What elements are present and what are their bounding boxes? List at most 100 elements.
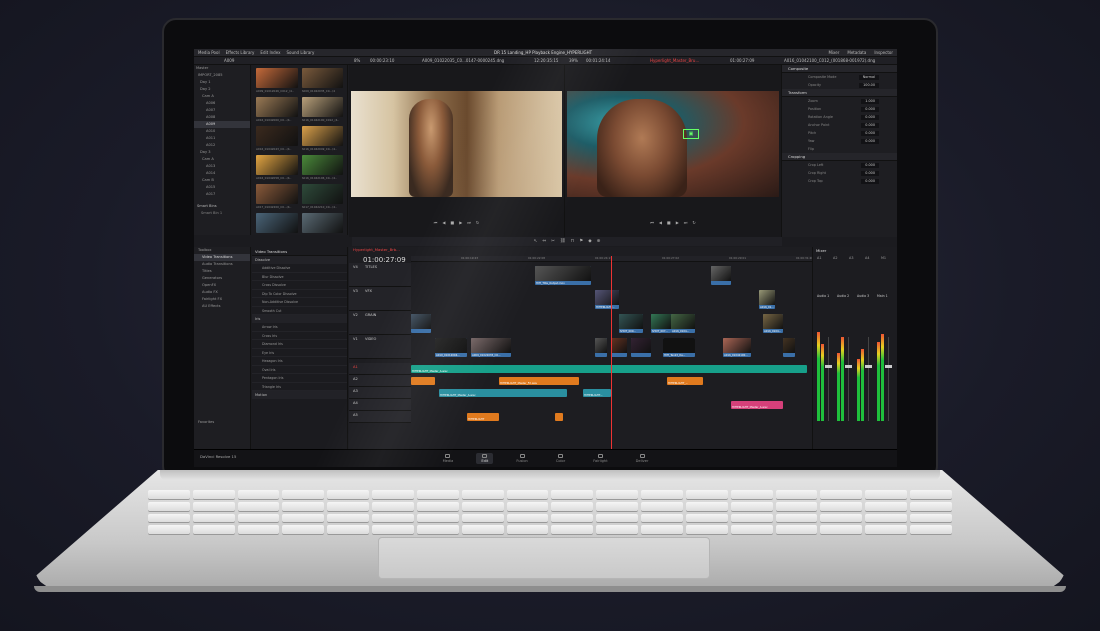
transition-item[interactable]: Dip To Color Dissolve [252, 290, 347, 298]
video-clip[interactable] [611, 338, 627, 357]
page-tab-edit[interactable]: Edit [476, 453, 494, 464]
video-track-header[interactable]: V3 VFX [349, 287, 411, 311]
stop-icon[interactable]: ■ [667, 220, 671, 230]
video-clip[interactable]: A016_01... [759, 290, 775, 309]
inspector-section-heading[interactable]: Composite [782, 65, 897, 73]
transition-item[interactable]: Blur Dissolve [252, 273, 347, 281]
tab-edit-index[interactable]: Edit Index [260, 50, 280, 55]
inspector-section-heading[interactable]: Cropping [782, 153, 897, 161]
transition-item[interactable]: Triangle Iris [252, 383, 347, 391]
clip-thumbnail[interactable]: A016_01042100_C012_(4.. [301, 97, 343, 123]
audio-clip[interactable]: HYPERLIGHT... [583, 389, 611, 397]
video-clip[interactable] [595, 338, 607, 357]
clip-thumbnail[interactable]: A016_01042000_C0...(4.. [256, 97, 298, 123]
page-tab-color[interactable]: Color [551, 453, 570, 464]
tab-effects-library[interactable]: Effects Library [226, 50, 255, 55]
bin-item[interactable]: Cam B [194, 177, 250, 184]
transition-item[interactable]: Oval Iris [252, 366, 347, 374]
inspector-value[interactable]: 0.000 [861, 114, 879, 120]
link-icon[interactable]: ⛓ [560, 239, 566, 244]
selection-tool-icon[interactable]: ↖ [534, 239, 538, 244]
transition-item[interactable]: Cross Dissolve [252, 281, 347, 290]
video-clip[interactable] [631, 338, 651, 357]
effects-category[interactable]: Titles [194, 268, 250, 275]
video-clip[interactable]: SHOT_007... [651, 314, 671, 333]
transition-item[interactable]: Additive Dissolve [252, 264, 347, 273]
clip-thumbnail[interactable]: A017_01042200_C0...(4.. [256, 184, 298, 210]
bin-item[interactable]: A007 [194, 107, 250, 114]
audio-clip[interactable]: HYPERLIGHT_Master_A.wav [439, 389, 567, 397]
transition-item[interactable]: Pentagon Iris [252, 374, 347, 383]
inspector-value[interactable]: 100.00 [859, 82, 879, 88]
inspector-value[interactable]: 0.000 [861, 138, 879, 144]
page-tab-deliver[interactable]: Deliver [631, 453, 654, 464]
effects-group-heading[interactable]: Dissolve [252, 256, 347, 264]
effects-group-heading[interactable]: Motion [252, 391, 347, 399]
step-back-icon[interactable]: ◀ [442, 220, 445, 230]
timeline-tab[interactable]: Hyperlight_Master_Brb... [353, 247, 400, 252]
step-back-icon[interactable]: ◀ [659, 220, 662, 230]
inspector-value[interactable]: Normal [858, 74, 879, 80]
stop-icon[interactable]: ■ [450, 220, 454, 230]
effects-category[interactable]: Fairlight FX [194, 296, 250, 303]
skip-back-icon[interactable]: ⏮ [434, 220, 438, 230]
fader-handle[interactable] [865, 365, 872, 368]
bin-item[interactable]: A008 [194, 114, 250, 121]
flag-icon[interactable]: ⚑ [579, 239, 583, 244]
bin-item[interactable]: A014 [194, 170, 250, 177]
audio-clip[interactable] [555, 413, 563, 421]
video-clip[interactable]: SHOT_009... [619, 314, 643, 333]
inspector-value[interactable]: 0.000 [861, 130, 879, 136]
audio-clip[interactable]: HYPERLIGHT [467, 413, 499, 421]
effects-category[interactable]: Video Transitions [194, 254, 250, 261]
audio-track-header[interactable]: A2 [349, 375, 411, 387]
transition-item[interactable]: Arrow Iris [252, 323, 347, 332]
source-zoom[interactable]: 8% [354, 58, 360, 63]
play-icon[interactable]: ▶ [676, 220, 679, 230]
bin-item[interactable]: Cam A [194, 156, 250, 163]
clip-thumbnail[interactable]: A009_01012046_C012_(4.. [256, 68, 298, 94]
video-track-header[interactable]: V4 TITLES [349, 263, 411, 287]
record-frame[interactable]: ▣ [567, 91, 779, 197]
bin-item[interactable]: A006 [194, 100, 250, 107]
video-clip[interactable]: A016_01042100... [723, 338, 751, 357]
video-clip[interactable]: A016_0104... [671, 314, 695, 333]
audio-track-header[interactable]: A4 [349, 399, 411, 411]
tab-metadata[interactable]: Metadata [847, 50, 866, 55]
video-clip[interactable] [783, 338, 795, 357]
effects-category[interactable]: Toolbox [194, 247, 250, 254]
effects-group-heading[interactable]: Iris [252, 315, 347, 323]
bin-item[interactable]: A013 [194, 163, 250, 170]
page-tab-media[interactable]: Media [438, 453, 459, 464]
page-tab-fusion[interactable]: Fusion [511, 453, 533, 464]
tab-media-pool[interactable]: Media Pool [198, 50, 220, 55]
transition-item[interactable]: Hexagon Iris [252, 357, 347, 366]
record-zoom[interactable]: 39% [569, 58, 578, 63]
clip-thumbnail[interactable]: A009_01022035_C0...(4 [301, 68, 343, 94]
video-track-header[interactable]: V1 VIDEO [349, 335, 411, 359]
audio-clip[interactable]: HYPERLIGHT_... [667, 377, 703, 385]
blade-tool-icon[interactable]: ✂ [551, 239, 555, 244]
bin-item[interactable]: A015 [194, 184, 250, 191]
audio-clip[interactable]: HYPERLIGHT_Master_A.wav [411, 365, 807, 373]
effects-category[interactable]: Generators [194, 275, 250, 282]
audio-track-header[interactable]: A1 [349, 363, 411, 375]
transition-item[interactable]: Diamond Iris [252, 340, 347, 349]
effects-category[interactable]: OpenFX [194, 282, 250, 289]
clip-thumbnail[interactable]: A016_01042043_C0...(4.. [256, 126, 298, 152]
video-clip[interactable]: HYP_Tank3_De... [663, 338, 695, 357]
video-clip[interactable]: A016_0104... [763, 314, 783, 333]
inspector-value[interactable]: 0.000 [861, 170, 879, 176]
clip-thumbnail[interactable]: A017_01042210_C0...(4.. [301, 184, 343, 210]
bin-item[interactable]: A012 [194, 142, 250, 149]
transition-item[interactable]: Cross Iris [252, 332, 347, 340]
transition-item[interactable]: Eye Iris [252, 349, 347, 357]
fader-handle[interactable] [825, 365, 832, 368]
video-clip[interactable]: A009_01022035_C0... [471, 338, 511, 357]
bin-item[interactable]: A009 [194, 121, 250, 128]
inspector-value[interactable]: 0.000 [861, 122, 879, 128]
transition-item[interactable]: Smooth Cut [252, 307, 347, 315]
video-clip[interactable]: HYPERLIGHT... [595, 290, 619, 309]
inspector-value[interactable]: 0.000 [861, 178, 879, 184]
trim-tool-icon[interactable]: ⇔ [542, 239, 546, 244]
